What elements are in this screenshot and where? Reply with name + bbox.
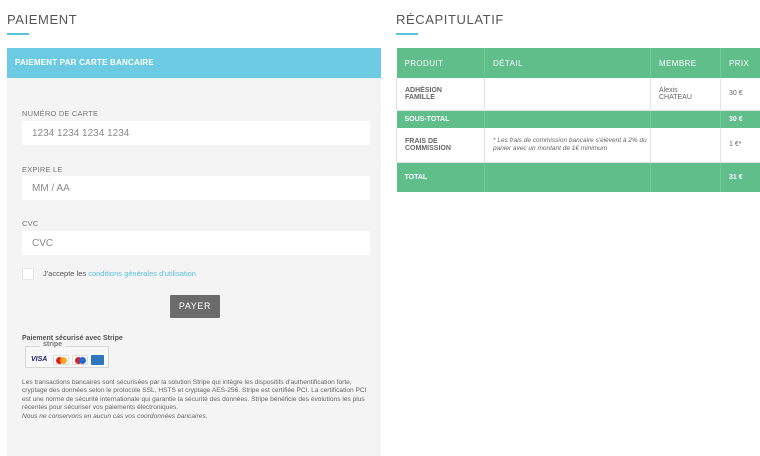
secure-payment-title: Paiement sécurisé avec Stripe: [22, 335, 123, 342]
summary-title-underline: [396, 33, 418, 35]
maestro-icon: [72, 355, 88, 365]
security-legal-text: Les transactions bancaires sont sécurisé…: [22, 379, 372, 421]
legal-paragraph: Les transactions bancaires sont sécurisé…: [22, 379, 367, 412]
subtotal-label: SOUS-TOTAL: [396, 110, 485, 128]
total-price: 31 €: [729, 173, 743, 181]
accept-terms-checkbox[interactable]: [22, 268, 34, 280]
payment-panel: PAIEMENT PAR CARTE BANCAIRE NUMÉRO DE CA…: [7, 48, 381, 456]
header-detail: DÉTAIL: [484, 48, 651, 78]
terms-link[interactable]: conditions générales d'utilisation: [88, 269, 196, 278]
total-row: TOTAL 31 €: [396, 162, 760, 192]
summary-table: PRODUIT DÉTAIL MEMBRE PRIX ADHÉSION FAMIL…: [396, 48, 760, 192]
header-prix: PRIX: [729, 58, 750, 68]
stripe-logo-text: stripe: [40, 341, 66, 348]
accept-terms-prefix: J'accepte les: [43, 269, 87, 278]
subtotal-price: 30 €: [729, 115, 743, 123]
product-cell: ADHÉSION FAMILLE: [396, 78, 485, 111]
fees-product-cell: FRAIS DE COMMISSION: [396, 128, 485, 163]
fees-price-cell: 1 €*: [720, 128, 760, 163]
payment-title-underline: [7, 33, 29, 35]
amex-icon: [91, 355, 104, 365]
card-number-label: NUMÉRO DE CARTE: [22, 109, 99, 118]
expiry-label: EXPIRE LE: [22, 165, 63, 174]
total-label: TOTAL: [396, 162, 485, 192]
detail-cell: [484, 78, 651, 111]
header-membre: MEMBRE: [650, 48, 721, 78]
fees-row: FRAIS DE COMMISSION * Les frais de commis…: [396, 128, 760, 163]
cvc-label: CVC: [22, 219, 39, 228]
subtotal-row: SOUS-TOTAL 30 €: [396, 110, 760, 128]
cvc-input[interactable]: [22, 231, 370, 255]
card-number-input[interactable]: [22, 121, 370, 145]
price-cell: 30 €: [720, 78, 760, 111]
payment-panel-header: PAIEMENT PAR CARTE BANCAIRE: [7, 48, 381, 78]
legal-italic-note: Nous ne conservons en aucun cas vos coor…: [22, 412, 208, 420]
payment-section-title: PAIEMENT: [7, 12, 78, 27]
expiry-input[interactable]: [22, 176, 370, 200]
accept-terms-text: J'accepte les conditions générales d'uti…: [43, 269, 196, 278]
mastercard-icon: [53, 355, 69, 365]
table-row: ADHÉSION FAMILLE Alexis CHATEAU 30 €: [396, 78, 760, 111]
member-cell: Alexis CHATEAU: [650, 78, 721, 111]
summary-section-title: RÉCAPITULATIF: [396, 12, 504, 27]
visa-logo: VISA: [31, 356, 48, 363]
pay-button[interactable]: PAYER: [170, 295, 220, 318]
summary-header-row: PRODUIT DÉTAIL MEMBRE PRIX: [396, 48, 760, 78]
header-produit: PRODUIT: [396, 48, 485, 78]
fees-detail-cell: * Les frais de commission bancaire s'élè…: [484, 128, 651, 163]
stripe-card-badge: stripe VISA: [25, 341, 109, 368]
